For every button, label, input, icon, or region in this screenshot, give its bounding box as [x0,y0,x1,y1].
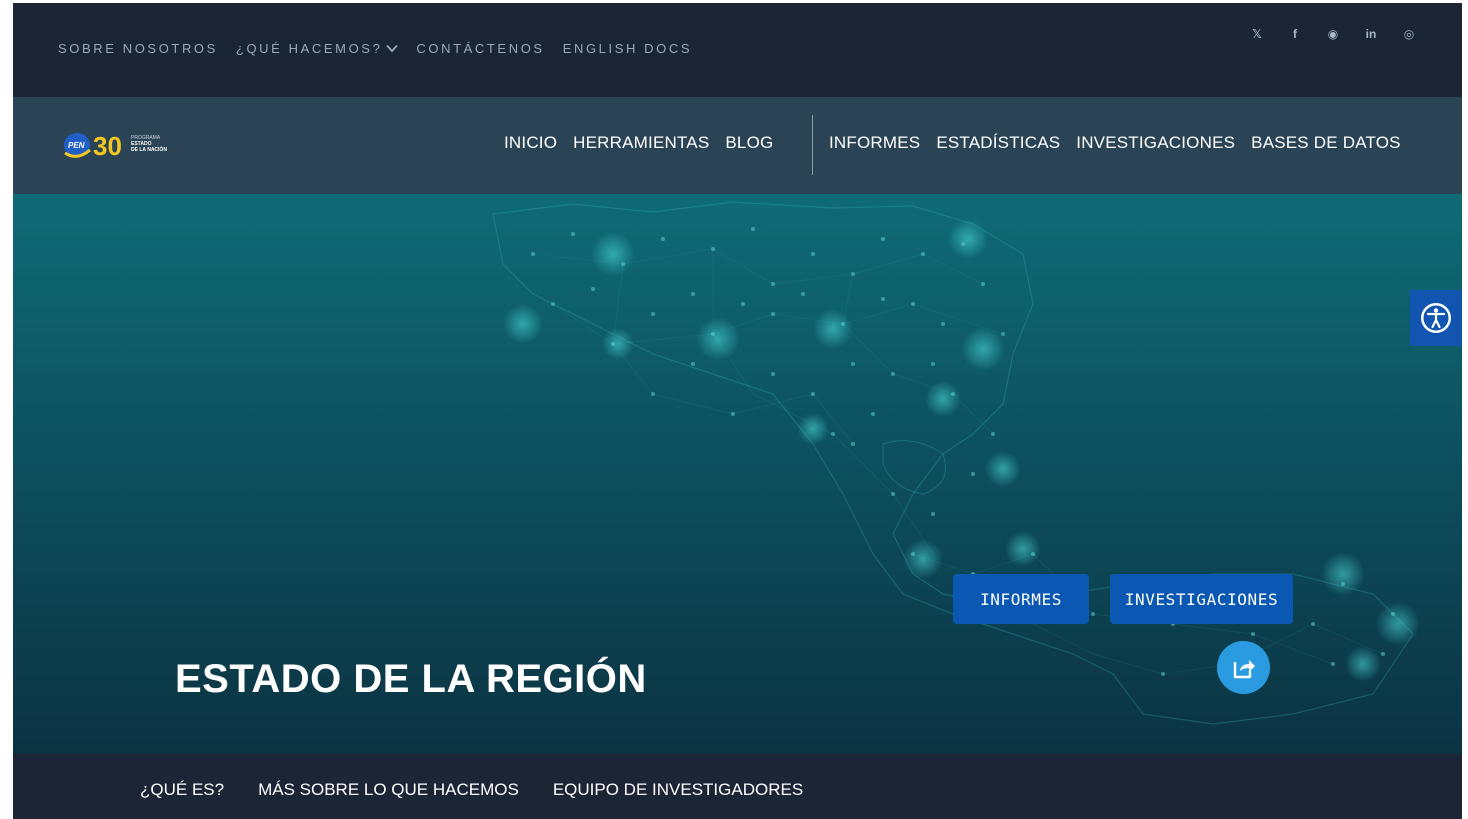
social-links: 𝕏 f ◉ in ◎ [1248,25,1418,43]
top-link-que-hacemos[interactable]: ¿QUÉ HACEMOS? [235,41,399,56]
main-nav-left: INICIO HERRAMIENTAS BLOG [504,133,773,153]
hero-title: ESTADO DE LA REGIÓN [175,657,647,701]
share-icon [1233,659,1255,678]
nav-link-herramientas[interactable]: HERRAMIENTAS [573,133,709,153]
logo-pen-text: PEN [68,141,85,150]
informes-button[interactable]: INFORMES [953,574,1089,624]
nav-link-investigaciones[interactable]: INVESTIGACIONES [1076,133,1235,153]
main-nav-right: INFORMES ESTADÍSTICAS INVESTIGACIONES BA… [829,133,1401,153]
top-link-sobre-nosotros[interactable]: SOBRE NOSOTROS [58,41,218,56]
share-button[interactable] [1217,641,1270,694]
logo-graphic: PEN 30 ​ PROGRAMA ESTADO DE LA NACIÓN [64,131,167,161]
subnav-que-es[interactable]: ¿QUÉ ES? [140,780,224,800]
top-link-que-hacemos-label: ¿QUÉ HACEMOS? [235,41,383,56]
nav-link-blog[interactable]: BLOG [725,133,773,153]
logo-number-text: 30 [93,131,122,161]
investigaciones-button[interactable]: INVESTIGACIONES [1110,574,1293,624]
nav-link-bases-de-datos[interactable]: BASES DE DATOS [1251,133,1401,153]
accessibility-icon [1421,303,1451,333]
logo-line-3: DE LA NACIÓN [131,145,167,153]
linkedin-icon[interactable]: in [1362,25,1380,43]
instagram-icon[interactable]: ◎ [1400,25,1418,43]
facebook-icon[interactable]: f [1286,25,1304,43]
x-icon[interactable]: 𝕏 [1248,25,1266,43]
logo[interactable]: PEN 30 ​ PROGRAMA ESTADO DE LA NACIÓN [63,128,183,164]
subnav-mas-sobre-lo-que-hacemos[interactable]: MÁS SOBRE LO QUE HACEMOS [258,780,519,800]
accessibility-button[interactable] [1410,290,1462,346]
page-frame: SOBRE NOSOTROS ¿QUÉ HACEMOS? CONTÁCTENOS… [13,3,1462,819]
top-link-contactenos[interactable]: CONTÁCTENOS [416,41,544,56]
section-subnav: ¿QUÉ ES? MÁS SOBRE LO QUE HACEMOS EQUIPO… [13,754,1462,819]
nav-link-inicio[interactable]: INICIO [504,133,557,153]
nav-link-informes[interactable]: INFORMES [829,133,920,153]
nav-link-estadisticas[interactable]: ESTADÍSTICAS [936,133,1060,153]
top-utility-bar: SOBRE NOSOTROS ¿QUÉ HACEMOS? CONTÁCTENOS… [13,3,1462,97]
hero-banner: ESTADO DE LA REGIÓN INFORMES INVESTIGACI… [13,194,1462,754]
nav-divider [812,115,813,175]
subnav-items: ¿QUÉ ES? MÁS SOBRE LO QUE HACEMOS EQUIPO… [140,780,803,800]
spotify-icon[interactable]: ◉ [1324,25,1342,43]
chevron-down-icon [386,41,399,56]
top-nav: SOBRE NOSOTROS ¿QUÉ HACEMOS? CONTÁCTENOS… [58,41,692,56]
top-link-english-docs[interactable]: ENGLISH DOCS [563,41,692,56]
subnav-equipo-de-investigadores[interactable]: EQUIPO DE INVESTIGADORES [553,780,803,800]
main-nav: PEN 30 ​ PROGRAMA ESTADO DE LA NACIÓN IN… [13,97,1462,194]
